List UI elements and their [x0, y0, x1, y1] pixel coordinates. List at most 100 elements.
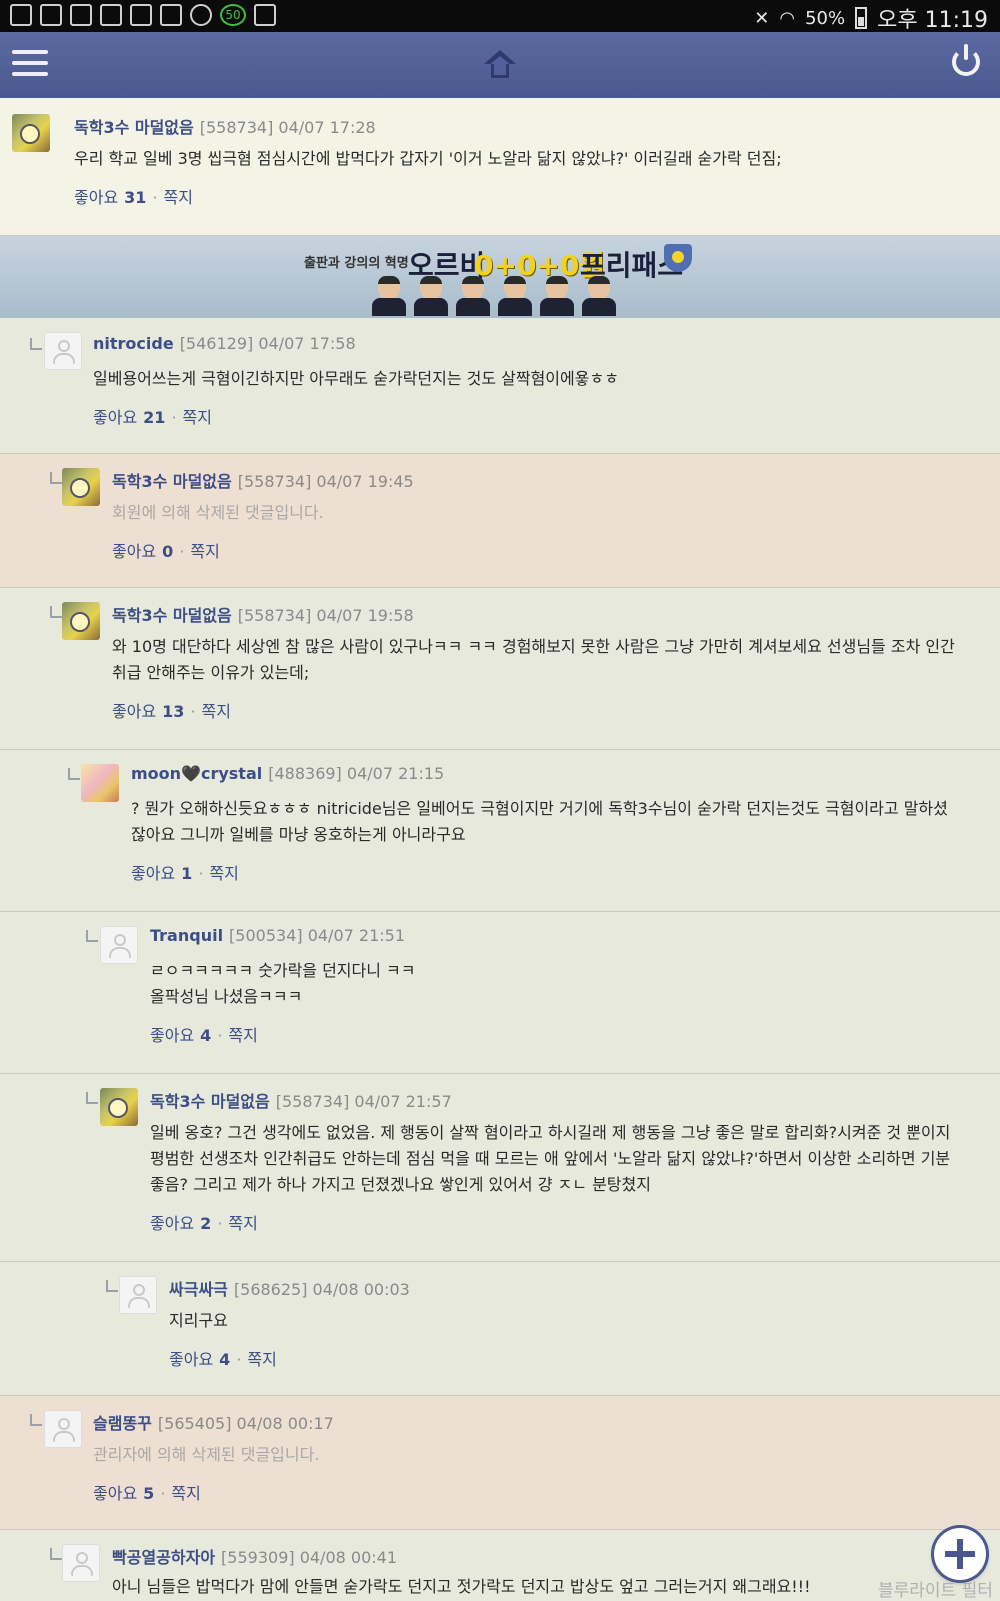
- comment-text: 아니 님들은 밥먹다가 맘에 안들면 숟가락도 던지고 젓가락도 던지고 밥상도…: [112, 1577, 811, 1596]
- comment-text: 우리 학교 일베 3명 씹극혐 점심시간에 밥먹다가 갑자기 '이거 노알라 닮…: [74, 149, 782, 168]
- s-app-icon: [130, 4, 152, 26]
- like-button[interactable]: 좋아요 0: [112, 542, 173, 561]
- like-count: 0: [162, 542, 174, 561]
- comment-timestamp: [559309] 04/08 00:41: [221, 1548, 397, 1567]
- avatar[interactable]: [12, 114, 50, 152]
- author-nickname[interactable]: moon🖤crystal: [131, 764, 262, 783]
- battery-percent: 50%: [805, 7, 846, 29]
- message-button[interactable]: 쪽지: [183, 408, 212, 427]
- like-count: 2: [200, 1214, 212, 1233]
- reply-item: nitrocide [546129] 04/07 17:58 일베용어쓰는게 극혐…: [0, 318, 1000, 454]
- reply-item: 싸극싸극 [568625] 04/08 00:03 지리구요 좋아요 4 · 쪽지: [0, 1262, 1000, 1396]
- clock: 오후 11:19: [877, 8, 988, 33]
- like-count: 5: [143, 1484, 155, 1503]
- like-count: 1: [181, 864, 193, 883]
- comment-actions: 좋아요 31 · 쪽지: [74, 188, 193, 207]
- avatar[interactable]: [119, 1276, 157, 1314]
- comment-meta: 독학3수 마덜없음 [558734] 04/07 17:28: [74, 114, 376, 138]
- comment-meta: Tranquil [500534] 04/07 21:51: [150, 926, 405, 945]
- mute-icon: ✕: [754, 7, 770, 29]
- deleted-comment-text: 관리자에 의해 삭제된 댓글입니다.: [93, 1445, 320, 1464]
- like-button[interactable]: 좋아요 1: [131, 864, 192, 883]
- reply-arrow-icon: [86, 1092, 98, 1104]
- comment-meta: 싸극싸극 [568625] 04/08 00:03: [169, 1276, 410, 1300]
- power-icon[interactable]: [952, 44, 980, 76]
- reply-item: 독학3수 마덜없음 [558734] 04/07 19:58 와 10명 대단하다…: [0, 588, 1000, 750]
- battery-icon: [855, 7, 868, 29]
- like-count: 4: [200, 1026, 212, 1045]
- message-button[interactable]: 쪽지: [164, 188, 193, 207]
- banner-tagline: 출판과 강의의 혁명: [304, 256, 409, 271]
- badge-icon: [664, 244, 692, 272]
- filter-watermark: 블루라이트 필터: [878, 1581, 993, 1601]
- avatar[interactable]: [62, 468, 100, 506]
- message-button[interactable]: 쪽지: [209, 864, 238, 883]
- deleted-comment-text: 회원에 의해 삭제된 댓글입니다.: [112, 503, 324, 522]
- reply-arrow-icon: [106, 1280, 118, 1292]
- comment-meta: 빡공열공하자아 [559309] 04/08 00:41: [112, 1544, 397, 1568]
- like-button[interactable]: 좋아요 21: [93, 408, 165, 427]
- message-button[interactable]: 쪽지: [190, 542, 219, 561]
- instructor-photo: [538, 276, 576, 316]
- comment-meta: 슬램똥꾸 [565405] 04/08 00:17: [93, 1410, 334, 1434]
- like-button[interactable]: 좋아요 13: [112, 702, 184, 721]
- comment-item: 독학3수 마덜없음 [558734] 04/07 17:28 우리 학교 일베 3…: [0, 98, 1000, 236]
- message-button[interactable]: 쪽지: [247, 1350, 276, 1369]
- author-nickname[interactable]: 슬램똥꾸: [93, 1414, 152, 1433]
- avatar[interactable]: [100, 1088, 138, 1126]
- author-nickname[interactable]: 싸극싸극: [169, 1280, 228, 1299]
- author-nickname[interactable]: 독학3수 마덜없음: [74, 118, 194, 137]
- like-button[interactable]: 좋아요 4: [150, 1026, 211, 1045]
- like-button[interactable]: 좋아요 31: [74, 188, 146, 207]
- instructor-photo: [370, 276, 408, 316]
- comment-actions: 좋아요 4 · 쪽지: [169, 1350, 277, 1369]
- reply-item: Tranquil [500534] 04/07 21:51 ㄹㅇㅋㅋㅋㅋㅋ 숫가락…: [0, 912, 1000, 1074]
- message-button[interactable]: 쪽지: [228, 1026, 257, 1045]
- comment-meta: moon🖤crystal [488369] 04/07 21:15: [131, 764, 444, 783]
- clipboard-icon: [254, 4, 276, 26]
- comment-timestamp: [568625] 04/08 00:03: [233, 1280, 410, 1299]
- instructor-photo: [580, 276, 618, 316]
- reply-arrow-icon: [86, 930, 98, 942]
- instructor-photos: [370, 276, 618, 316]
- comment-text: ㄹㅇㅋㅋㅋㅋㅋ 숫가락을 던지다니 ㅋㅋ 올팍성님 나셨음ㅋㅋㅋ: [150, 961, 416, 1006]
- counter-badge-icon: 50: [220, 4, 246, 26]
- like-button[interactable]: 좋아요 5: [93, 1484, 154, 1503]
- comment-text: 일베용어쓰는게 극혐이긴하지만 아무래도 숟가락던지는 것도 살짝혐이에욯ㅎㅎ: [93, 369, 619, 388]
- comment-meta: 독학3수 마덜없음 [558734] 04/07 19:45: [112, 468, 414, 492]
- advertisement-banner[interactable]: 출판과 강의의 혁명 오르비 0+0+0원 프리패스: [0, 236, 1000, 319]
- like-button[interactable]: 좋아요 2: [150, 1214, 211, 1233]
- author-nickname[interactable]: 독학3수 마덜없음: [112, 606, 232, 625]
- reply-item: 독학3수 마덜없음 [558734] 04/07 21:57 일베 옹호? 그건 …: [0, 1074, 1000, 1262]
- comment-text: ? 뭔가 오해하신듯요ㅎㅎㅎ nitricide님은 일베어도 극혐이지만 거기…: [131, 799, 948, 844]
- reply-arrow-icon: [50, 606, 62, 618]
- avatar[interactable]: [62, 1544, 100, 1582]
- message-button[interactable]: 쪽지: [228, 1214, 257, 1233]
- phone-icon: [40, 4, 62, 26]
- like-button[interactable]: 좋아요 4: [169, 1350, 230, 1369]
- message-button[interactable]: 쪽지: [202, 702, 231, 721]
- author-nickname[interactable]: nitrocide: [93, 334, 174, 353]
- home-icon[interactable]: [484, 50, 516, 80]
- menu-icon[interactable]: [12, 50, 48, 80]
- reply-arrow-icon: [68, 768, 80, 780]
- instructor-photo: [454, 276, 492, 316]
- author-nickname[interactable]: 독학3수 마덜없음: [150, 1092, 270, 1111]
- author-nickname[interactable]: 독학3수 마덜없음: [112, 472, 232, 491]
- avatar[interactable]: [44, 1410, 82, 1448]
- comment-actions: 좋아요 4 · 쪽지: [150, 1026, 258, 1045]
- comment-actions: 좋아요 1 · 쪽지: [131, 864, 239, 883]
- comment-actions: 좋아요 5 · 쪽지: [93, 1484, 201, 1503]
- avatar[interactable]: [44, 332, 82, 370]
- like-count: 21: [143, 408, 166, 427]
- author-nickname[interactable]: 빡공열공하자아: [112, 1548, 215, 1567]
- message-button[interactable]: 쪽지: [171, 1484, 200, 1503]
- comment-timestamp: [558734] 04/07 17:28: [199, 118, 376, 137]
- avatar[interactable]: [81, 764, 119, 802]
- add-comment-button[interactable]: [934, 1528, 986, 1580]
- reply-item: 빡공열공하자아 [559309] 04/08 00:41 아니 님들은 밥먹다가 …: [0, 1530, 1000, 1600]
- avatar[interactable]: [100, 926, 138, 964]
- comment-meta: nitrocide [546129] 04/07 17:58: [93, 334, 356, 353]
- avatar[interactable]: [62, 602, 100, 640]
- author-nickname[interactable]: Tranquil: [150, 926, 223, 945]
